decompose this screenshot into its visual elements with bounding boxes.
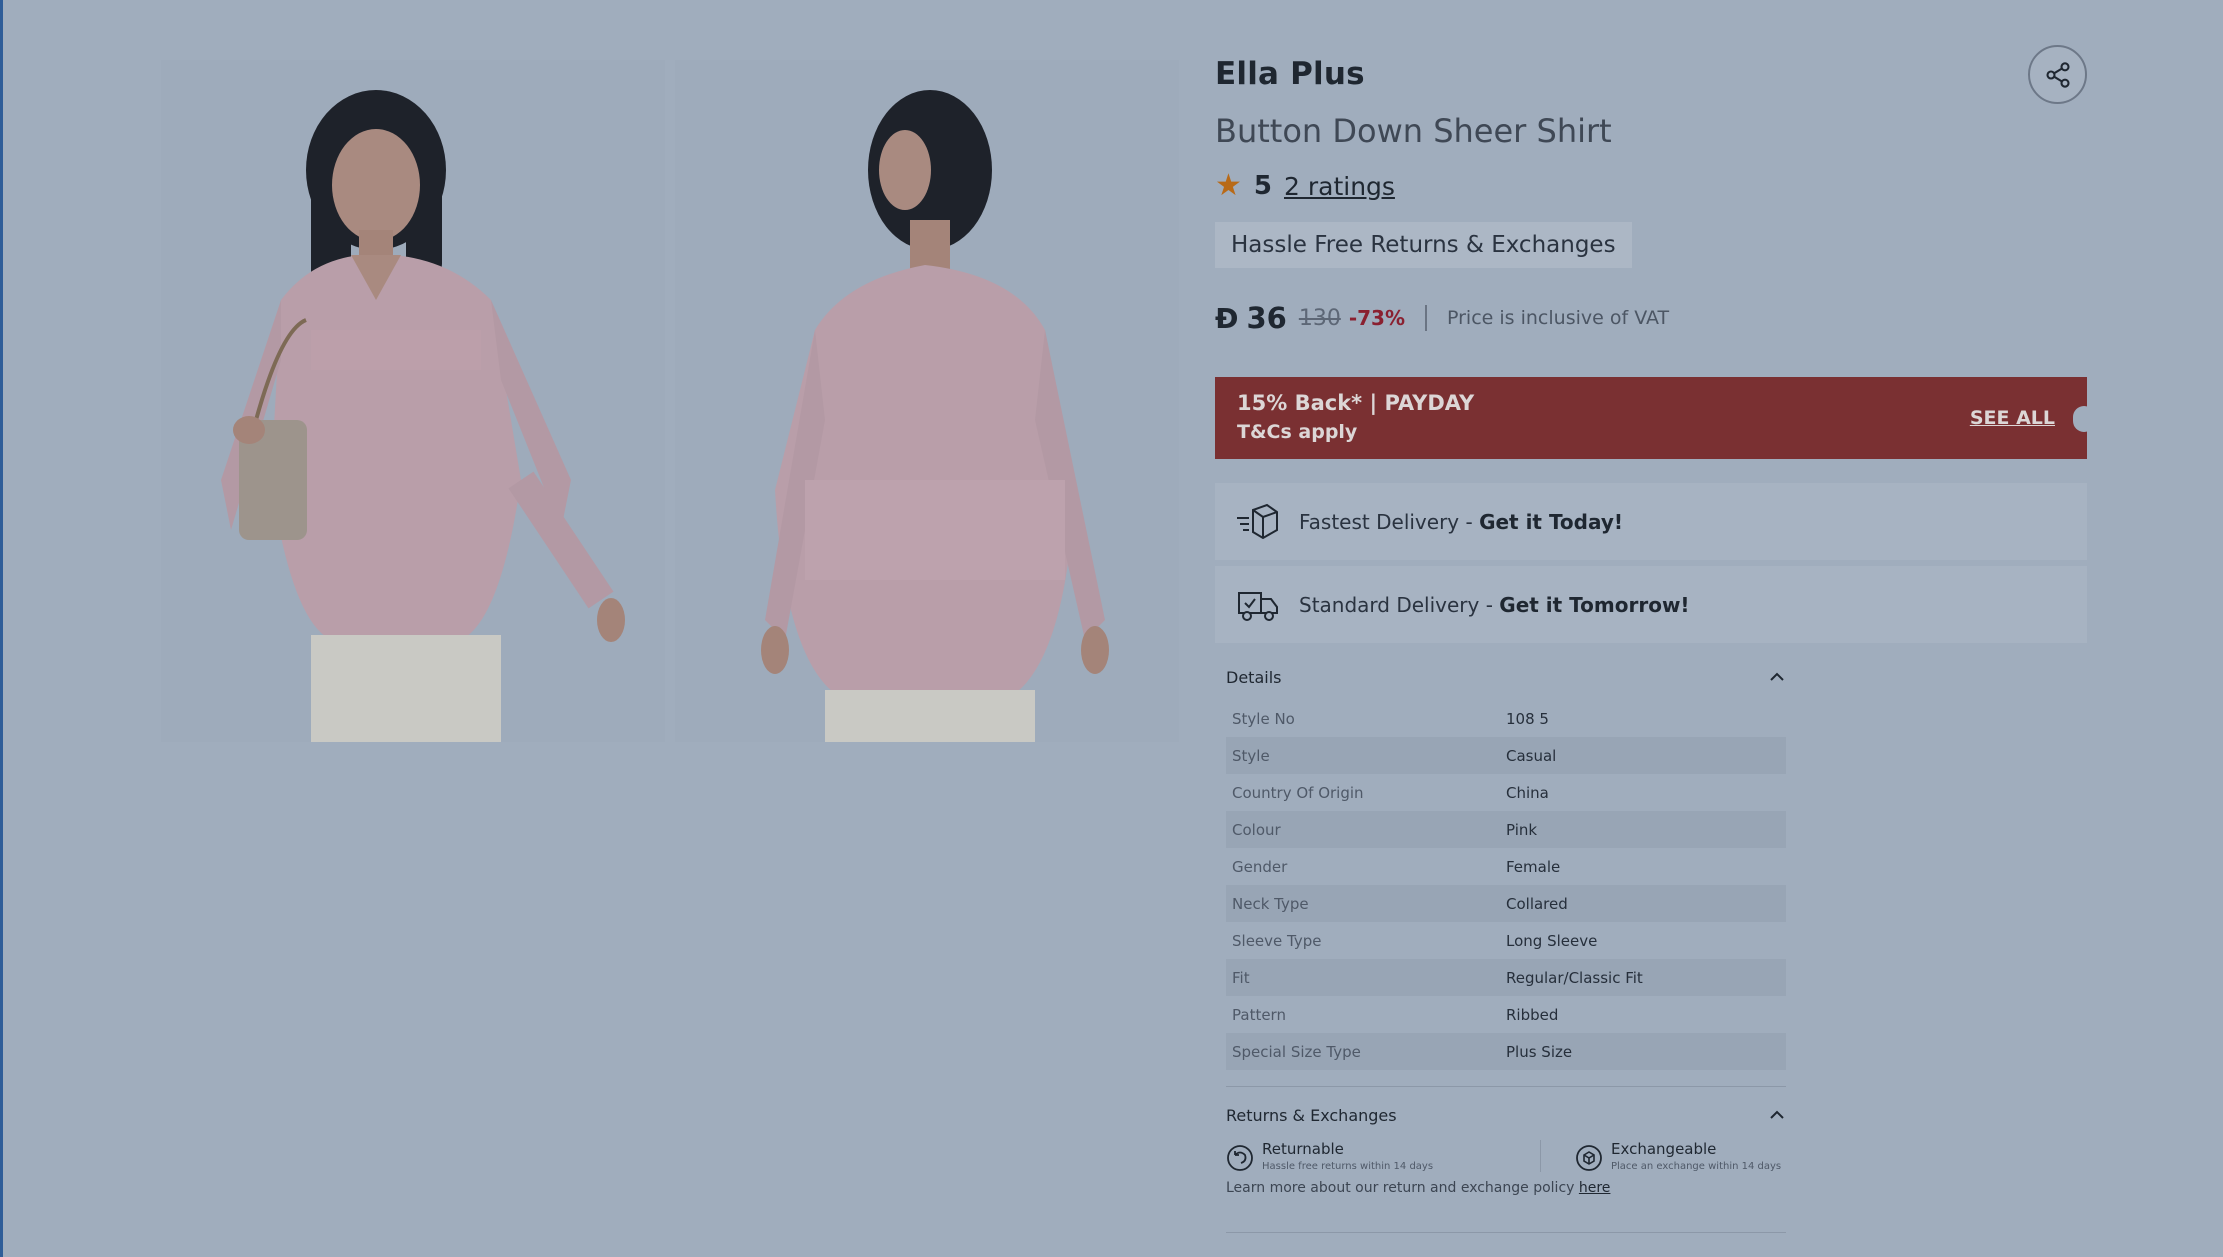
table-row: Pattern Ribbed bbox=[1226, 996, 1786, 1033]
brand-name[interactable]: Ella Plus bbox=[1215, 56, 2087, 92]
section-divider bbox=[1226, 1086, 1786, 1087]
detail-value: Casual bbox=[1506, 746, 1557, 765]
promo-banner[interactable]: 15% Back* | PAYDAY T&Cs apply SEE ALL bbox=[1215, 377, 2095, 459]
exchangeable-item: Exchangeable Place an exchange within 14… bbox=[1540, 1140, 1786, 1172]
delivery-highlight-fastest: Get it Today! bbox=[1479, 509, 1624, 534]
returns-options: Returnable Hassle free returns within 14… bbox=[1226, 1140, 1786, 1172]
product-image-back[interactable] bbox=[675, 60, 1179, 742]
details-table: Style No 108 5 Style Casual Country Of Ori… bbox=[1226, 700, 1786, 1070]
detail-label: Neck Type bbox=[1232, 894, 1309, 913]
return-policy-note: Learn more about our return and exchange… bbox=[1226, 1180, 1786, 1196]
fast-box-icon bbox=[1237, 503, 1278, 539]
details-section: Details Style No 108 5 Style Casual Countr… bbox=[1226, 660, 1786, 1087]
detail-value: Collared bbox=[1506, 894, 1568, 913]
detail-value: Female bbox=[1506, 857, 1561, 876]
star-icon: ★ bbox=[1215, 168, 1242, 203]
table-row: Gender Female bbox=[1226, 848, 1786, 885]
detail-label: Special Size Type bbox=[1232, 1042, 1361, 1061]
model-back-illustration bbox=[675, 60, 1179, 742]
discount-percent: -73% bbox=[1348, 306, 1405, 330]
detail-label: Fit bbox=[1232, 968, 1250, 987]
returns-heading: Returns & Exchanges bbox=[1226, 1105, 1397, 1125]
detail-value: 108 5 bbox=[1506, 709, 1549, 728]
returns-badge: Hassle Free Returns & Exchanges bbox=[1215, 222, 1632, 268]
table-row: Country Of Origin China bbox=[1226, 774, 1786, 811]
product-info: Ella Plus Button Down Sheer Shirt ★ 5 2 … bbox=[1215, 56, 2087, 338]
model-front-illustration bbox=[161, 60, 665, 742]
ratings-link[interactable]: 2 ratings bbox=[1284, 172, 1395, 201]
table-row: Style No 108 5 bbox=[1226, 700, 1786, 737]
delivery-option-fastest: Fastest Delivery - Get it Today! bbox=[1215, 483, 2087, 560]
window-edge bbox=[0, 0, 3, 1257]
returns-section: Returns & Exchanges Returnable Hassle fr… bbox=[1226, 1098, 1786, 1196]
details-header[interactable]: Details bbox=[1226, 660, 1786, 694]
detail-value: Pink bbox=[1506, 820, 1538, 839]
return-policy-link[interactable]: here bbox=[1579, 1180, 1611, 1196]
detail-value: Long Sleeve bbox=[1506, 931, 1598, 950]
detail-value: Plus Size bbox=[1506, 1042, 1573, 1061]
return-policy-text: Learn more about our return and exchange… bbox=[1226, 1180, 1579, 1196]
details-heading: Details bbox=[1226, 667, 1282, 687]
returnable-title: Returnable bbox=[1262, 1140, 1344, 1158]
detail-label: Country Of Origin bbox=[1232, 783, 1364, 802]
old-price: 130 bbox=[1298, 305, 1341, 331]
see-all-link[interactable]: SEE ALL bbox=[1970, 407, 2055, 429]
detail-value: Ribbed bbox=[1506, 1005, 1559, 1024]
vat-note: Price is inclusive of VAT bbox=[1447, 307, 1670, 329]
exchange-box-icon bbox=[1576, 1145, 1602, 1171]
currency-symbol: Ð bbox=[1215, 301, 1239, 335]
rating-row: ★ 5 2 ratings bbox=[1215, 166, 2087, 206]
product-image-front[interactable] bbox=[161, 60, 665, 742]
exchangeable-subtitle: Place an exchange within 14 days bbox=[1611, 1161, 1782, 1172]
table-row: Sleeve Type Long Sleeve bbox=[1226, 922, 1786, 959]
detail-label: Sleeve Type bbox=[1232, 931, 1322, 950]
return-arrow-icon bbox=[1227, 1145, 1253, 1171]
price-row: Ð 36 130 -73% Price is inclusive of VAT bbox=[1215, 298, 2087, 338]
detail-label: Style No bbox=[1232, 709, 1295, 728]
table-row: Neck Type Collared bbox=[1226, 885, 1786, 922]
detail-label: Style bbox=[1232, 746, 1270, 765]
price-divider bbox=[1425, 305, 1427, 331]
table-row: Style Casual bbox=[1226, 737, 1786, 774]
promo-title: 15% Back* | PAYDAY bbox=[1237, 391, 1475, 415]
exchangeable-title: Exchangeable bbox=[1611, 1140, 1717, 1158]
returns-header[interactable]: Returns & Exchanges bbox=[1226, 1098, 1786, 1132]
table-row: Fit Regular/Classic Fit bbox=[1226, 959, 1786, 996]
rating-value: 5 bbox=[1253, 171, 1272, 201]
detail-label: Colour bbox=[1232, 820, 1281, 839]
promo-subtitle: T&Cs apply bbox=[1237, 421, 1358, 443]
chevron-up-icon bbox=[1770, 672, 1784, 681]
delivery-highlight-standard: Get it Tomorrow! bbox=[1499, 592, 1690, 617]
returnable-item: Returnable Hassle free returns within 14… bbox=[1226, 1140, 1540, 1172]
product-title: Button Down Sheer Shirt bbox=[1215, 112, 1612, 150]
promo-carousel-dot bbox=[2073, 406, 2095, 432]
delivery-label-fastest: Fastest Delivery - bbox=[1299, 509, 1480, 534]
table-row: Special Size Type Plus Size bbox=[1226, 1033, 1786, 1070]
delivery-option-standard: Standard Delivery - Get it Tomorrow! bbox=[1215, 566, 2087, 643]
delivery-label-standard: Standard Delivery - bbox=[1299, 592, 1500, 617]
truck-icon bbox=[1238, 591, 1278, 621]
product-gallery bbox=[161, 60, 1179, 742]
chevron-up-icon bbox=[1770, 1110, 1784, 1119]
section-divider bbox=[1226, 1232, 1786, 1233]
detail-label: Gender bbox=[1232, 857, 1288, 876]
detail-label: Pattern bbox=[1232, 1005, 1286, 1024]
returnable-subtitle: Hassle free returns within 14 days bbox=[1262, 1161, 1434, 1172]
detail-value: China bbox=[1506, 783, 1549, 802]
detail-value: Regular/Classic Fit bbox=[1506, 968, 1643, 987]
current-price: 36 bbox=[1246, 301, 1287, 335]
table-row: Colour Pink bbox=[1226, 811, 1786, 848]
